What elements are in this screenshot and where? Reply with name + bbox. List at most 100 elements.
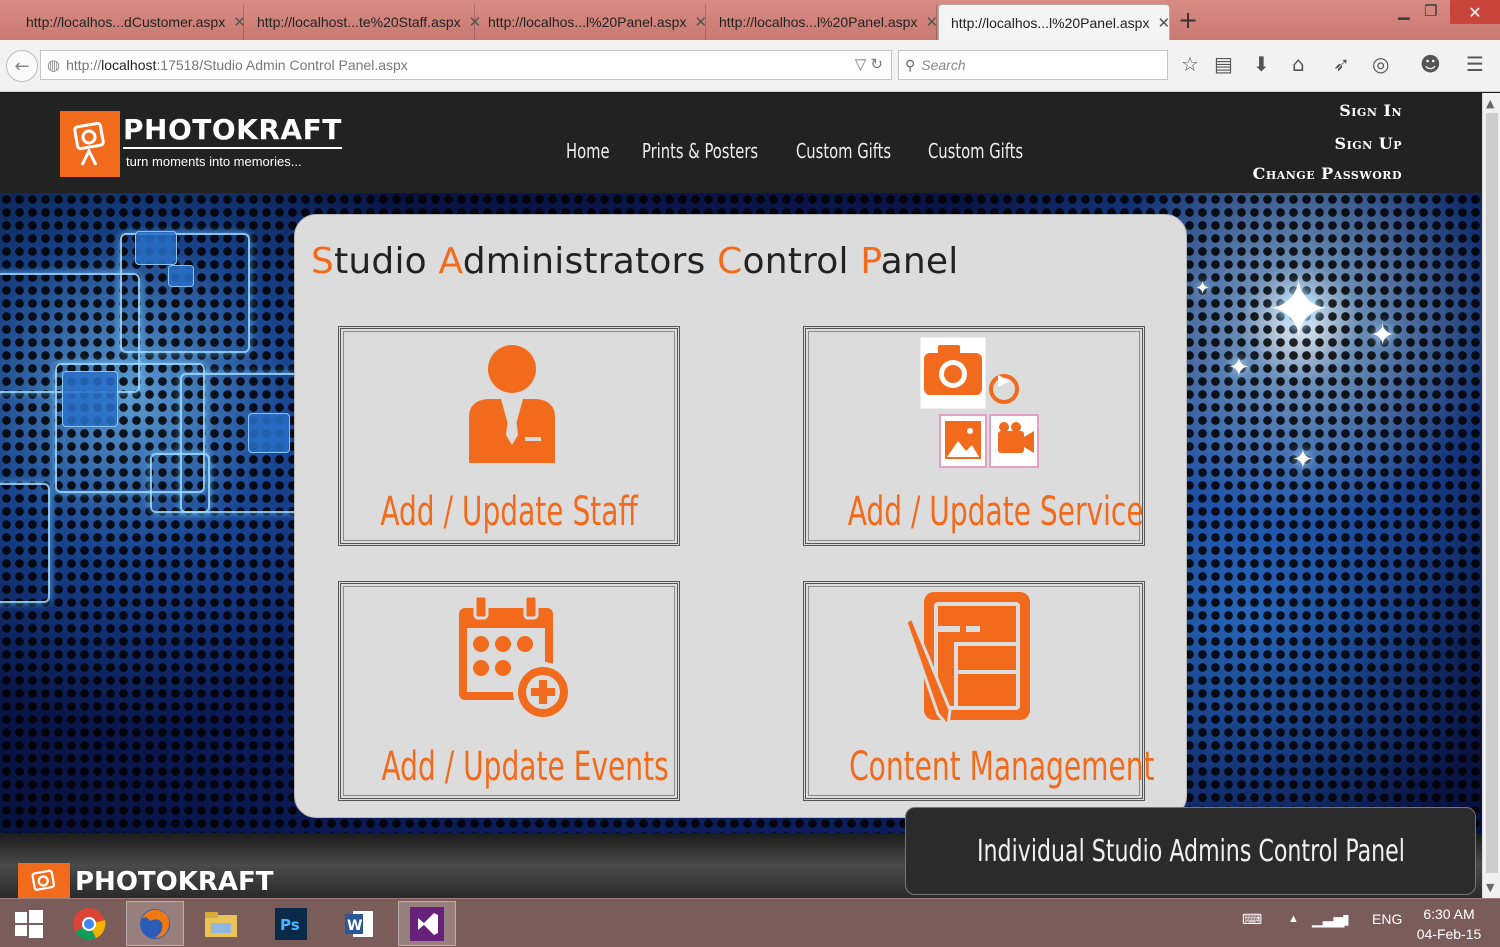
staff-icon xyxy=(469,345,555,463)
restore-icon[interactable]: ❐ xyxy=(1424,2,1437,20)
language-indicator[interactable]: ENG xyxy=(1372,911,1402,927)
browser-tab-active[interactable]: http://localhos...l%20Panel.aspx ✕ xyxy=(938,4,1170,40)
search-icon: ⚲ xyxy=(905,56,916,73)
close-icon[interactable]: ✕ xyxy=(1157,14,1170,32)
sparkle-icon: ✦ xyxy=(1292,445,1314,475)
nav-prints-posters[interactable]: Prints & Posters xyxy=(642,139,758,163)
scroll-up-icon[interactable]: ▲ xyxy=(1486,97,1494,110)
brand-name[interactable]: PHOTOKRAFT xyxy=(123,113,342,149)
change-password-link[interactable]: Change Password xyxy=(1253,164,1402,183)
card-label: Add / Update Service xyxy=(847,489,1144,535)
search-input[interactable]: ⚲ Search xyxy=(898,50,1168,80)
content-management-button[interactable]: Content Management xyxy=(803,581,1155,801)
decorative-square xyxy=(135,231,177,265)
tab-label: http://localhost...te%20Staff.aspx xyxy=(257,14,461,30)
admin-control-panel: Studio Administrators Control Panel Add … xyxy=(294,214,1187,818)
brand-tagline: turn moments into memories... xyxy=(126,154,302,169)
scroll-down-icon[interactable]: ▼ xyxy=(1486,881,1494,894)
nav-home[interactable]: Home xyxy=(566,139,610,163)
browser-tab-bar: http://localhos...dCustomer.aspx ✕ http:… xyxy=(0,0,1500,40)
back-arrow-icon[interactable]: ← xyxy=(6,50,38,82)
caption-text: Individual Studio Admins Control Panel xyxy=(976,833,1405,869)
card-label: Content Management xyxy=(849,744,1155,790)
sign-in-link[interactable]: Sign In xyxy=(1339,101,1402,120)
sparkle-icon: ✦ xyxy=(1265,263,1333,356)
clock-date: 04-Feb-15 xyxy=(1416,926,1482,942)
clock-time: 6:30 AM xyxy=(1423,906,1475,922)
decorative-square xyxy=(168,265,194,287)
system-clock[interactable]: 6:30 AM 04-Feb-15 xyxy=(1412,904,1486,944)
scroll-thumb[interactable] xyxy=(1486,113,1498,873)
minimize-icon[interactable]: ▁ xyxy=(1398,2,1410,20)
panel-title: Studio Administrators Control Panel xyxy=(311,241,959,282)
tab-label: http://localhos...l%20Panel.aspx xyxy=(951,14,1150,31)
keyboard-icon[interactable]: ⌨ xyxy=(1242,911,1262,928)
add-update-service-button[interactable]: Add / Update Service xyxy=(803,326,1145,546)
tab-label: http://localhos...dCustomer.aspx xyxy=(26,14,226,30)
footer-brand-name: PHOTOKRAFT xyxy=(75,867,274,897)
visual-studio-icon[interactable] xyxy=(398,901,456,946)
calendar-add-icon xyxy=(459,594,573,722)
download-icon[interactable]: ⬇ xyxy=(1253,52,1270,76)
window-close-icon[interactable]: ✕ xyxy=(1450,0,1500,24)
bookmark-star-icon[interactable]: ☆ xyxy=(1181,52,1199,76)
sparkle-icon: ✦ xyxy=(1195,278,1211,299)
url-path: :17518/Studio Admin Control Panel.aspx xyxy=(156,57,408,73)
web-page: PHOTOKRAFT turn moments into memories...… xyxy=(0,93,1482,898)
browser-tab[interactable]: http://localhos...l%20Panel.aspx ✕ xyxy=(476,4,707,40)
add-update-staff-button[interactable]: Add / Update Staff xyxy=(338,326,680,546)
nav-custom-gifts[interactable]: Custom Gifts xyxy=(796,139,891,163)
add-update-events-button[interactable]: Add / Update Events xyxy=(338,581,680,801)
chrome-icon[interactable] xyxy=(60,901,118,946)
menu-icon[interactable]: ☰ xyxy=(1466,52,1484,76)
reload-icon[interactable]: ▽ ↻ xyxy=(855,55,883,73)
word-icon[interactable]: W xyxy=(330,901,388,946)
file-explorer-icon[interactable] xyxy=(192,901,250,946)
address-bar[interactable]: ◍ http://localhost:17518/Studio Admin Co… xyxy=(40,50,892,80)
browser-tab[interactable]: http://localhos...l%20Panel.aspx ✕ xyxy=(707,4,938,40)
card-label: Add / Update Events xyxy=(381,744,669,790)
pocket-icon[interactable]: ◎ xyxy=(1372,52,1389,76)
site-header: PHOTOKRAFT turn moments into memories...… xyxy=(0,93,1482,193)
footer-logo-icon[interactable] xyxy=(18,863,70,898)
windows-start-icon[interactable] xyxy=(0,901,58,946)
decorative-square xyxy=(248,413,290,453)
signal-icon[interactable]: ▁▃▅ xyxy=(1312,911,1344,928)
firefox-icon[interactable] xyxy=(126,901,184,946)
battery-icon[interactable]: ▮ xyxy=(1342,911,1350,928)
home-icon[interactable]: ⌂ xyxy=(1292,52,1305,76)
new-tab-icon[interactable]: + xyxy=(1178,6,1198,34)
url-scheme: http:// xyxy=(66,57,102,73)
browser-tab[interactable]: http://localhost...te%20Staff.aspx ✕ xyxy=(245,4,481,40)
browser-tab[interactable]: http://localhos...dCustomer.aspx ✕ xyxy=(14,4,246,40)
tab-label: http://localhos...l%20Panel.aspx xyxy=(719,14,918,30)
close-icon[interactable]: ✕ xyxy=(694,13,707,31)
content-management-icon xyxy=(904,592,1030,730)
tab-label: http://localhos...l%20Panel.aspx xyxy=(488,14,687,30)
page-scrollbar[interactable]: ▲ ▼ xyxy=(1482,93,1500,898)
chat-icon[interactable]: ☻ xyxy=(1420,52,1441,76)
send-icon[interactable]: ➶ xyxy=(1333,52,1350,76)
url-host: localhost xyxy=(101,57,157,73)
svg-text:W: W xyxy=(347,918,362,934)
sign-up-link[interactable]: Sign Up xyxy=(1335,134,1402,153)
close-icon[interactable]: ✕ xyxy=(233,13,246,31)
photoshop-icon[interactable]: Ps xyxy=(262,901,320,946)
card-label: Add / Update Staff xyxy=(380,489,638,535)
svg-text:Ps: Ps xyxy=(280,916,300,934)
caption-box: Individual Studio Admins Control Panel xyxy=(905,807,1476,895)
sparkle-icon: ✦ xyxy=(1370,318,1396,353)
close-icon[interactable]: ✕ xyxy=(925,13,938,31)
browser-toolbar: ← ◍ http://localhost:17518/Studio Admin … xyxy=(0,40,1500,92)
brand-logo-icon[interactable] xyxy=(60,111,120,177)
nav-custom-gifts-2[interactable]: Custom Gifts xyxy=(928,139,1023,163)
windows-taskbar: Ps W ⌨ ▲ ▁▃▅ ▮ ENG 6:30 AM 04-Feb-15 xyxy=(0,898,1500,947)
tray-expand-icon[interactable]: ▲ xyxy=(1288,913,1299,925)
decorative-square xyxy=(0,483,50,603)
reading-list-icon[interactable]: ▤ xyxy=(1214,52,1233,76)
sparkle-icon: ✦ xyxy=(1228,353,1250,383)
decorative-square xyxy=(150,453,210,513)
decorative-square xyxy=(62,371,118,427)
service-icon xyxy=(919,336,1039,468)
globe-icon: ◍ xyxy=(47,57,61,74)
